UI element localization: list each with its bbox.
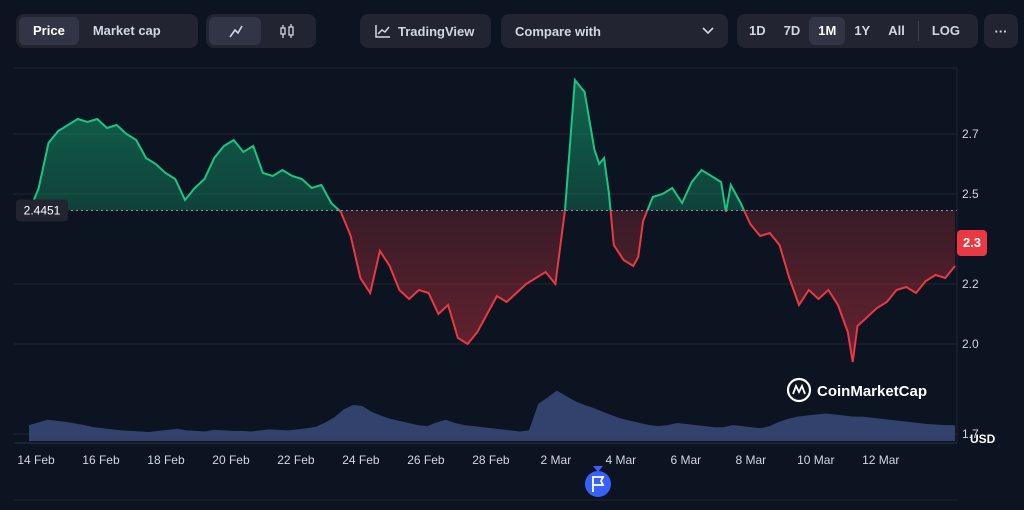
x-tick-label: 2 Mar xyxy=(541,453,572,467)
x-tick-label: 22 Feb xyxy=(277,453,315,467)
area-below-baseline xyxy=(29,210,955,362)
baseline-value: 2.4451 xyxy=(24,203,61,217)
x-tick-label: 6 Mar xyxy=(670,453,701,467)
y-tick-label: 2.2 xyxy=(962,277,979,291)
x-tick-label: 28 Feb xyxy=(472,453,510,467)
x-tick-label: 16 Feb xyxy=(82,453,120,467)
y-tick-label: 2.7 xyxy=(962,127,979,141)
flag-pointer xyxy=(593,466,603,472)
logo-mark xyxy=(792,383,806,395)
currency-label: USD xyxy=(970,432,996,446)
y-axis-ticks: 2.02.22.52.71.7USD xyxy=(962,127,996,446)
x-tick-label: 20 Feb xyxy=(212,453,250,467)
x-tick-label: 12 Mar xyxy=(862,453,899,467)
event-flag-icon xyxy=(585,471,611,497)
x-axis-ticks: 14 Feb 16 Feb 18 Feb 20 Feb 22 Feb 24 Feb 26 F… xyxy=(17,453,899,467)
x-tick-label: 8 Mar xyxy=(735,453,766,467)
y-tick-label: 2.5 xyxy=(962,187,979,201)
x-tick-label: 14 Feb xyxy=(17,453,55,467)
x-tick-label: 10 Mar xyxy=(797,453,834,467)
x-tick-label: 26 Feb xyxy=(407,453,445,467)
price-chart[interactable]: 2.02.22.52.71.7USD 14 Feb 16 Feb 18 Feb 20 … xyxy=(0,0,1024,510)
watermark-text: CoinMarketCap xyxy=(817,383,927,400)
y-tick-label: 2.0 xyxy=(962,337,979,351)
x-tick-label: 24 Feb xyxy=(342,453,380,467)
x-tick-label: 18 Feb xyxy=(147,453,185,467)
price-area xyxy=(29,80,955,362)
coinmarketcap-watermark: CoinMarketCap xyxy=(786,377,927,403)
current-price-value: 2.3 xyxy=(963,235,981,250)
x-tick-label: 4 Mar xyxy=(605,453,636,467)
